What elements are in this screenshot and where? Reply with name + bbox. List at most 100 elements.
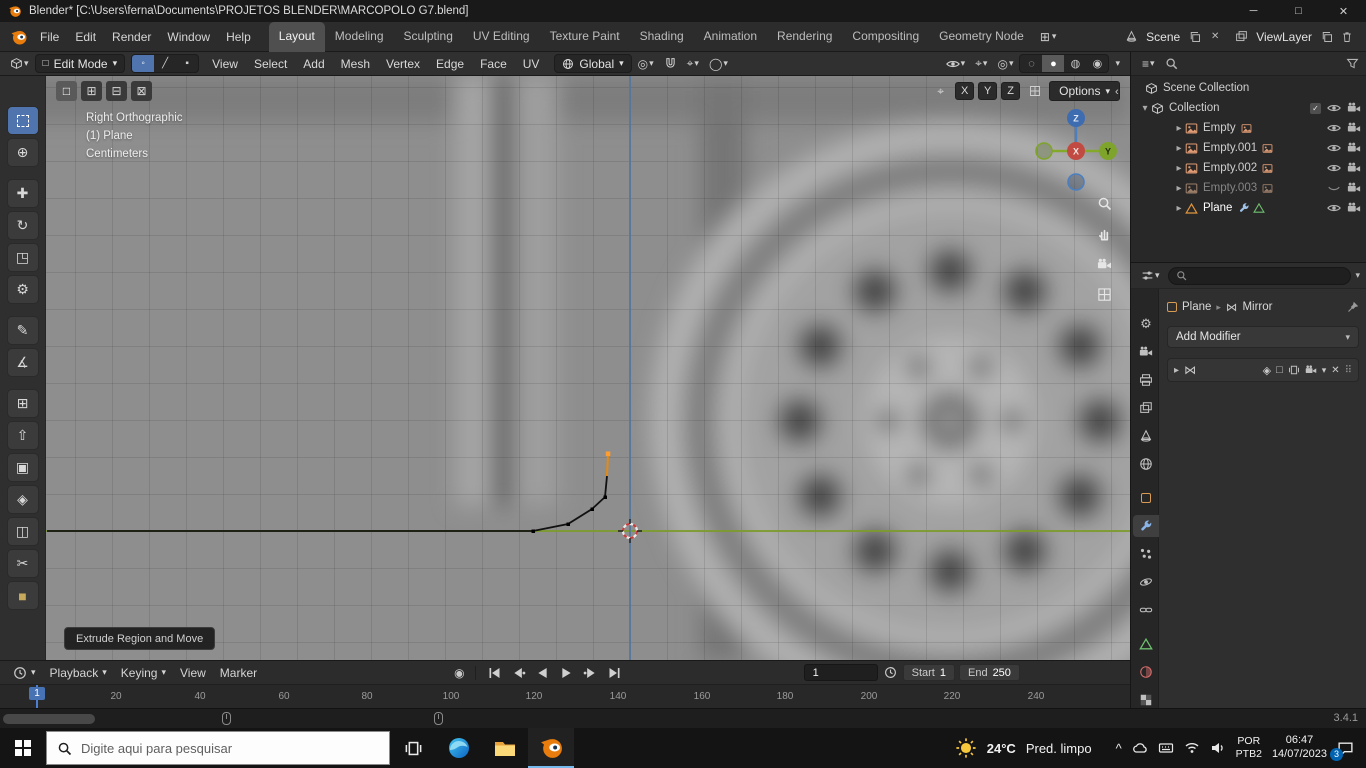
- network-wifi-icon[interactable]: [1184, 740, 1200, 756]
- tab-view-layer[interactable]: [1133, 397, 1159, 419]
- pan-hand-icon[interactable]: [1097, 227, 1112, 242]
- region-collapse-icon[interactable]: ‹: [1115, 86, 1119, 98]
- next-keyframe-button[interactable]: [582, 665, 600, 681]
- outliner-row-empty-002[interactable]: ▸ Empty.002: [1131, 158, 1366, 178]
- mirror-target-icon[interactable]: ⌖: [930, 81, 951, 101]
- tab-world[interactable]: [1133, 453, 1159, 475]
- file-explorer-button[interactable]: [482, 728, 528, 768]
- menu-view[interactable]: View: [205, 57, 245, 71]
- toggle-render-icon[interactable]: [1305, 364, 1317, 376]
- menu-file[interactable]: File: [32, 22, 67, 52]
- overlays-dropdown[interactable]: ◎ ▾: [993, 57, 1017, 71]
- expand-panel-icon[interactable]: ▸: [1174, 365, 1179, 376]
- tab-render[interactable]: [1133, 341, 1159, 363]
- shading-wireframe-icon[interactable]: ◌: [1020, 55, 1042, 72]
- outliner-editor-icon[interactable]: ≡ ▾: [1138, 57, 1159, 71]
- outliner-filter-icon[interactable]: [1346, 57, 1359, 70]
- tool-add-cube[interactable]: ⊞: [6, 389, 39, 418]
- outliner-row-empty-001[interactable]: ▸ Empty.001: [1131, 138, 1366, 158]
- shading-solid-icon[interactable]: ●: [1042, 55, 1065, 72]
- tab-uv-editing[interactable]: UV Editing: [463, 22, 540, 52]
- tab-modeling[interactable]: Modeling: [325, 22, 394, 52]
- face-select-icon[interactable]: ▪: [176, 55, 198, 72]
- tool-transform[interactable]: ⚙: [6, 275, 39, 304]
- menu-uv[interactable]: UV: [516, 57, 547, 71]
- tool-inset-faces[interactable]: ▣: [6, 453, 39, 482]
- zoom-icon[interactable]: [1097, 196, 1112, 211]
- disclosure-closed-icon[interactable]: ▸: [1173, 143, 1185, 154]
- viewport-3d[interactable]: Z Y X ⊕ ✚ ↻ ◳ ⚙ ✎ ∡ ⊞ ⇧ ▣ ◈ ◫ ✂ ■ □ ⊞ ⊟ …: [0, 76, 1130, 660]
- blender-logo-icon[interactable]: [10, 28, 28, 46]
- menu-render[interactable]: Render: [104, 22, 159, 52]
- breadcrumb-modifier[interactable]: Mirror: [1242, 301, 1272, 313]
- disable-render-camera-icon[interactable]: [1347, 181, 1361, 195]
- keyboard-icon[interactable]: [1158, 740, 1174, 756]
- playhead-frame-chip[interactable]: 1: [29, 687, 45, 700]
- object-visibility-dropdown[interactable]: ▾: [942, 57, 970, 71]
- toggle-realtime-icon[interactable]: [1288, 364, 1300, 376]
- tab-material[interactable]: [1133, 661, 1159, 683]
- menu-mesh[interactable]: Mesh: [334, 57, 377, 71]
- timeline-editor-icon[interactable]: ▾: [6, 666, 43, 680]
- hide-viewport-eye-icon[interactable]: [1327, 101, 1341, 115]
- select-mode-new-icon[interactable]: □: [56, 81, 77, 101]
- menu-edge[interactable]: Edge: [429, 57, 471, 71]
- tool-knife[interactable]: ✂: [6, 549, 39, 578]
- tab-rendering[interactable]: Rendering: [767, 22, 842, 52]
- tool-poly-build[interactable]: ■: [6, 581, 39, 610]
- toggle-on-cage-icon[interactable]: ◈: [1263, 364, 1271, 377]
- current-frame-field[interactable]: 1: [803, 664, 878, 681]
- play-reverse-button[interactable]: [534, 665, 552, 681]
- modifier-extras-icon[interactable]: ▾: [1322, 365, 1327, 376]
- disable-render-camera-icon[interactable]: [1347, 121, 1361, 135]
- jump-to-start-button[interactable]: [486, 665, 504, 681]
- new-view-layer-icon[interactable]: [1318, 28, 1336, 46]
- hide-viewport-eye-icon[interactable]: [1327, 201, 1341, 215]
- frame-start-field[interactable]: Start 1: [902, 664, 955, 681]
- auto-key-record-icon[interactable]: ◉: [454, 666, 464, 680]
- tab-object[interactable]: [1133, 487, 1159, 509]
- close-button[interactable]: ✕: [1321, 0, 1366, 22]
- volume-icon[interactable]: [1210, 740, 1226, 756]
- menu-playback[interactable]: Playback ▾: [43, 666, 114, 680]
- scene-name[interactable]: Scene: [1142, 30, 1184, 44]
- collection-checkbox[interactable]: ✓: [1310, 102, 1321, 114]
- menu-help[interactable]: Help: [218, 22, 259, 52]
- onedrive-cloud-icon[interactable]: [1132, 740, 1148, 756]
- start-button[interactable]: [0, 728, 46, 768]
- mirror-y-button[interactable]: Y: [978, 82, 998, 100]
- tab-geometry-node[interactable]: Geometry Node: [929, 22, 1034, 52]
- menu-marker[interactable]: Marker: [213, 666, 264, 680]
- outliner-row-collection[interactable]: ▾ Collection ✓: [1131, 98, 1366, 118]
- hidden-viewport-eye-closed-icon[interactable]: [1327, 181, 1341, 195]
- outliner-search-icon[interactable]: [1165, 57, 1178, 70]
- options-dropdown[interactable]: Options ▾: [1049, 81, 1120, 101]
- blender-app-button[interactable]: [528, 728, 574, 768]
- tool-bevel[interactable]: ◈: [6, 485, 39, 514]
- disclosure-closed-icon[interactable]: ▸: [1173, 123, 1185, 134]
- mirror-x-button[interactable]: X: [955, 82, 975, 100]
- disable-render-camera-icon[interactable]: [1347, 141, 1361, 155]
- edge-select-icon[interactable]: ╱: [154, 55, 176, 72]
- add-workspace-button[interactable]: ⊞ ▾: [1034, 30, 1063, 44]
- mirror-modifier-panel-header[interactable]: ▸ ⋈ ◈ □ ▾ ✕ ⠿: [1167, 358, 1359, 382]
- tool-loop-cut[interactable]: ◫: [6, 517, 39, 546]
- disclosure-open-icon[interactable]: ▾: [1139, 103, 1151, 114]
- tab-sculpting[interactable]: Sculpting: [394, 22, 463, 52]
- hide-viewport-eye-icon[interactable]: [1327, 161, 1341, 175]
- snap-toggle-icon[interactable]: [660, 57, 681, 70]
- menu-timeline-view[interactable]: View: [173, 666, 213, 680]
- weather-sun-icon[interactable]: [955, 737, 977, 759]
- mode-dropdown[interactable]: □ Edit Mode ▾: [34, 54, 126, 73]
- menu-keying[interactable]: Keying ▾: [114, 666, 173, 680]
- tab-constraints[interactable]: [1133, 599, 1159, 621]
- tool-extrude-region[interactable]: ⇧: [6, 421, 39, 450]
- weather-temp[interactable]: 24°C: [987, 741, 1016, 756]
- hidden-icons-chevron[interactable]: ^: [1116, 741, 1122, 756]
- play-button[interactable]: [558, 665, 576, 681]
- outliner-row-scene-collection[interactable]: Scene Collection: [1131, 78, 1366, 98]
- menu-window[interactable]: Window: [159, 22, 218, 52]
- shading-rendered-icon[interactable]: ◉: [1086, 55, 1108, 72]
- disable-render-camera-icon[interactable]: [1347, 161, 1361, 175]
- edge-app-button[interactable]: [436, 728, 482, 768]
